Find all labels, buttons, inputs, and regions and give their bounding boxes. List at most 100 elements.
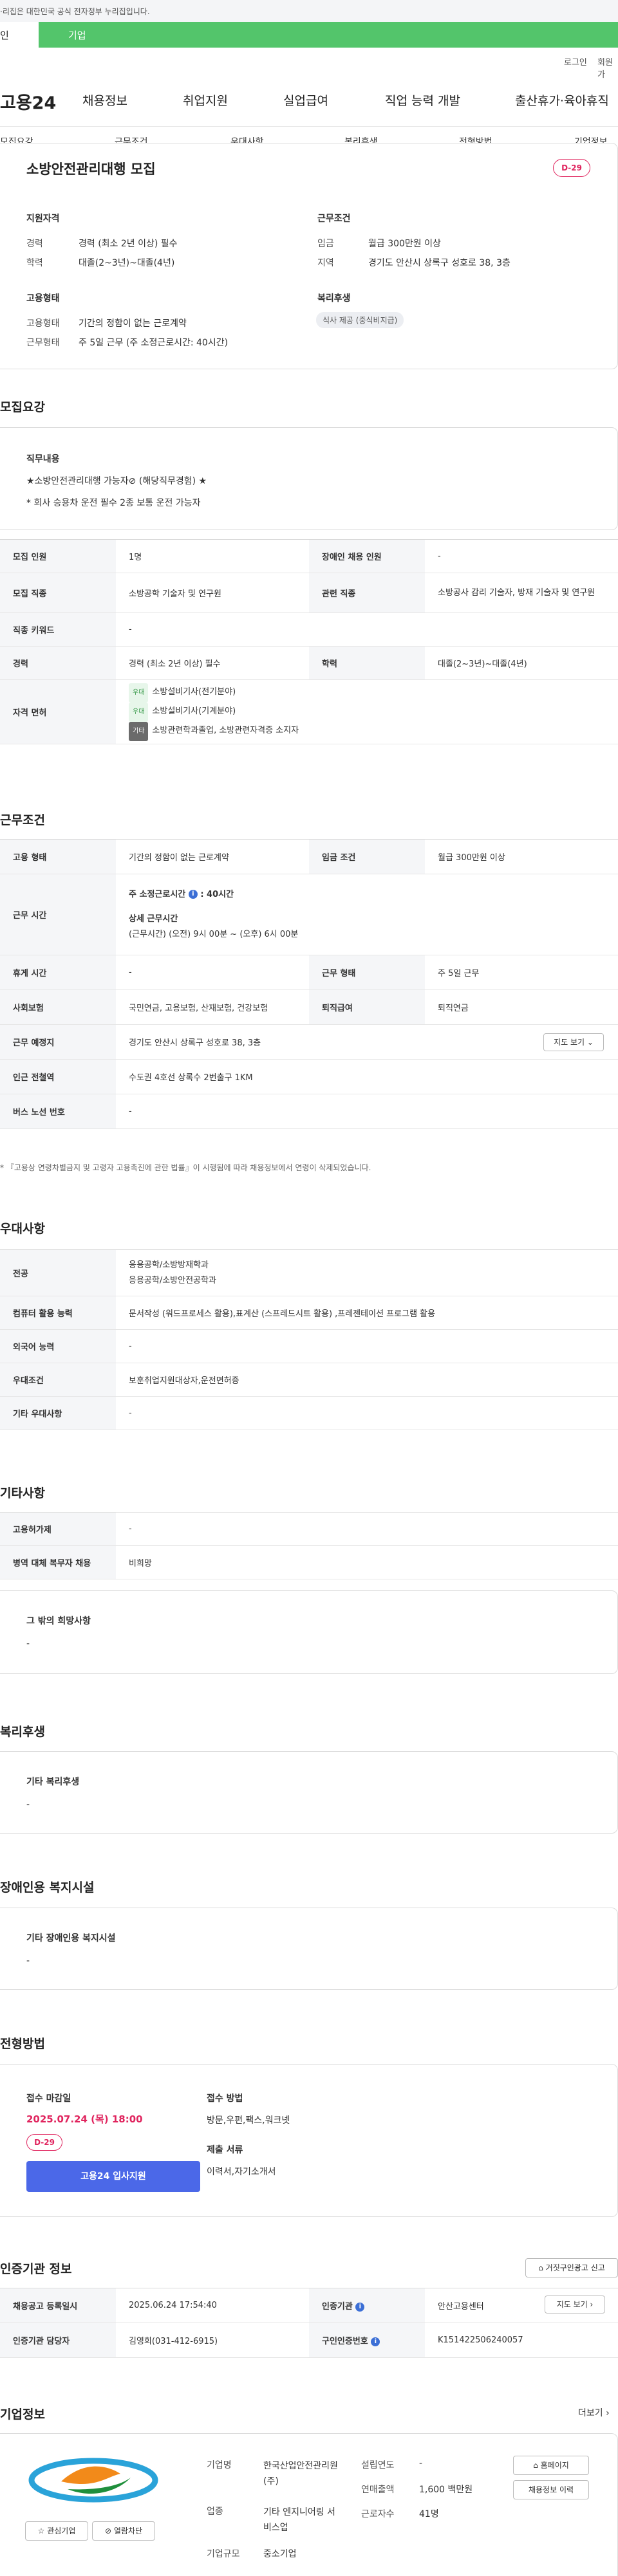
report-button[interactable]: ⌂ 거짓구인광고 신고 bbox=[525, 2258, 618, 2277]
company-founded-label: 설립연도 bbox=[361, 2460, 395, 2470]
method-heading: 접수 방법 bbox=[207, 2093, 243, 2104]
homepage-label: 홈페이지 bbox=[540, 2461, 569, 2470]
map-button-label: 지도 보기 bbox=[554, 1038, 585, 1047]
company-more-link[interactable]: 더보기 › bbox=[578, 2406, 610, 2419]
table-row: 기타 우대사항 - bbox=[0, 1396, 618, 1430]
map-button[interactable]: 지도 보기 ⌄ bbox=[543, 1033, 604, 1051]
retire-value: 퇴직연금 bbox=[425, 989, 618, 1025]
hours-detail-heading: 상세 근무시간 bbox=[129, 914, 178, 924]
hours-cell: 주 소정근로시간 i : 40시간 상세 근무시간 (근무시간) (오전) 9시… bbox=[116, 874, 618, 955]
work-wage-label: 임금 조건 bbox=[309, 839, 425, 874]
table-row: 고용 형태 기간의 정함이 없는 근로계약 임금 조건 월급 300만원 이상 bbox=[0, 839, 618, 874]
reg-date-label: 채용공고 등록일시 bbox=[0, 2288, 116, 2323]
welfare-card-heading: 기타 복리후생 bbox=[26, 1777, 80, 1787]
employment-heading: 고용형태 bbox=[26, 293, 60, 304]
site-logo[interactable]: 고용24 bbox=[0, 89, 56, 114]
block-company-button[interactable]: ⊘ 열람차단 bbox=[92, 2521, 155, 2541]
manager-label: 인증기관 담당자 bbox=[0, 2323, 116, 2358]
license-tag: 우대 bbox=[129, 683, 149, 703]
table-row: 외국어 능력 - bbox=[0, 1329, 618, 1363]
job-history-button[interactable]: 채용정보 이력 bbox=[513, 2480, 589, 2499]
license-name: 소방관련학과졸업, 소방관련자격증 소지자 bbox=[152, 725, 299, 735]
company-size-value: 중소기업 bbox=[263, 2549, 297, 2559]
emp-type-label: 고용형태 bbox=[26, 318, 60, 329]
user-type-tabs: 인 기업 bbox=[0, 22, 618, 48]
table-row: 채용공고 등록일시 2025.06.24 17:54:40 인증기관 i 안산고… bbox=[0, 2288, 618, 2323]
chevron-right-icon: › bbox=[606, 2408, 610, 2418]
info-icon[interactable]: i bbox=[355, 2302, 365, 2312]
job-label: 모집 직종 bbox=[0, 573, 116, 613]
rec-edu-value: 대졸(2~3년)~대졸(4년) bbox=[425, 646, 618, 680]
manager-value: 김영희(031-412-6915) bbox=[116, 2323, 309, 2358]
process-card: 접수 마감일 2025.07.24 (목) 18:00 D-29 고용24 입사… bbox=[0, 2064, 618, 2217]
hours-line-label: 주 소정근로시간 bbox=[129, 889, 186, 899]
wish-value: - bbox=[26, 1639, 30, 1649]
subway-value: 수도권 4호선 상록수 2번출구 1KM bbox=[116, 1059, 618, 1094]
license-name: 소방설비기사(전기분야) bbox=[152, 686, 236, 697]
favorite-company-label: 관심기업 bbox=[47, 2526, 76, 2535]
table-row: 인증기관 담당자 김영희(031-412-6915) 구인인증번호 i K151… bbox=[0, 2323, 618, 2358]
deadline-heading: 접수 마감일 bbox=[26, 2093, 71, 2104]
place-cell: 경기도 안산시 상록구 성호로 38, 3층 지도 보기 ⌄ bbox=[116, 1024, 618, 1060]
apply-button[interactable]: 고용24 입사지원 bbox=[26, 2161, 200, 2192]
chevron-down-icon: ⌄ bbox=[586, 1038, 594, 1047]
welfare-card: 기타 복리후생 - bbox=[0, 1751, 618, 1834]
job-desc-card: 직무내용 ★소방안전관리대행 가능자⊘ (해당직무경험) ★ * 회사 승용차 … bbox=[0, 427, 618, 530]
license-item: 우대 소방설비기사(전기분야) bbox=[129, 683, 618, 703]
form-value: 주 5일 근무 bbox=[425, 955, 618, 990]
table-row: 근무 시간 주 소정근로시간 i : 40시간 상세 근무시간 (근무시간) (… bbox=[0, 874, 618, 955]
table-row: 병역 대체 복무자 채용 비희망 bbox=[0, 1545, 618, 1579]
signup-link[interactable]: 회원가 bbox=[597, 55, 618, 80]
info-icon[interactable]: i bbox=[371, 2337, 380, 2346]
company-industry-label: 업종 bbox=[207, 2507, 223, 2517]
company-founded-value: - bbox=[419, 2458, 423, 2469]
edu-value: 대졸(2~3년)~대졸(4년) bbox=[79, 258, 175, 268]
jobcode-value: - bbox=[116, 612, 618, 647]
wage-value: 월급 300만원 이상 bbox=[368, 239, 441, 249]
company-name-label: 기업명 bbox=[207, 2460, 232, 2470]
headcount-value: 1명 bbox=[116, 539, 309, 573]
emp-value: 기간의 정함이 없는 근로계약 bbox=[116, 839, 309, 874]
major-label: 전공 bbox=[0, 1249, 116, 1296]
tab-individual[interactable]: 인 bbox=[0, 22, 39, 48]
table-row: 직종 키워드 - bbox=[0, 612, 618, 647]
recruit-table: 모집 인원 1명 장애인 채용 인원 - 모집 직종 소방공학 기술자 및 연구… bbox=[0, 539, 618, 744]
tab-business[interactable]: 기업 bbox=[39, 22, 618, 48]
table-row: 휴게 시간 - 근무 형태 주 5일 근무 bbox=[0, 955, 618, 990]
company-card: ☆ 관심기업 ⊘ 열람차단 기업명 한국산업안전관리원(주) 업종 기타 엔지니… bbox=[0, 2433, 618, 2576]
job-desc-line1: ★소방안전관리대행 가능자⊘ (해당직무경험) ★ bbox=[26, 476, 207, 486]
table-row: 자격 면허 우대 소방설비기사(전기분야) 우대 소방설비기사(기계분야) 기타 소방… bbox=[0, 679, 618, 744]
place-value: 경기도 안산시 상록구 성호로 38, 3층 bbox=[129, 1038, 261, 1048]
work-type-value: 주 5일 근무 (주 소정근로시간: 40시간) bbox=[79, 338, 229, 348]
table-row: 모집 인원 1명 장애인 채용 인원 - bbox=[0, 539, 618, 573]
license-tag: 기타 bbox=[129, 721, 149, 741]
bus-label: 버스 노선 번호 bbox=[0, 1094, 116, 1129]
homepage-button[interactable]: ⌂ 홈페이지 bbox=[513, 2456, 589, 2475]
login-link[interactable]: 로그인 bbox=[564, 55, 587, 68]
disabled-card-value: - bbox=[26, 1956, 30, 1966]
summary-card: 소방안전관리대행 모집 D-29 지원자격 경력 경력 (최소 2년 이상) 필… bbox=[0, 143, 618, 369]
docs-value: 이력서,자기소개서 bbox=[207, 2167, 276, 2177]
insurance-label: 사회보험 bbox=[0, 989, 116, 1025]
bus-value: - bbox=[116, 1094, 618, 1129]
cond-value: 보훈취업지원대상자,운전면허증 bbox=[116, 1363, 618, 1397]
hours-label: 근무 시간 bbox=[0, 874, 116, 955]
nav-parental-leave[interactable]: 출산휴가·육아휴직 bbox=[515, 91, 609, 109]
rest-value: - bbox=[116, 955, 309, 990]
star-icon: ☆ bbox=[37, 2526, 45, 2535]
major-cell: 응용공학/소방방재학과 응용공학/소방안전공학과 bbox=[116, 1249, 618, 1296]
other-pref-label: 기타 우대사항 bbox=[0, 1396, 116, 1430]
company-heading: 기업정보 bbox=[0, 2407, 45, 2422]
cert-map-button[interactable]: 지도 보기 › bbox=[545, 2295, 605, 2314]
bizno-label: 구인인증번호 bbox=[322, 2337, 368, 2346]
info-icon[interactable]: i bbox=[188, 890, 198, 899]
nav-vocational-training[interactable]: 직업 능력 개발 bbox=[385, 91, 460, 109]
license-list: 우대 소방설비기사(전기분야) 우대 소방설비기사(기계분야) 기타 소방관련학과졸업… bbox=[116, 679, 618, 744]
nav-jobs[interactable]: 채용정보 bbox=[82, 91, 127, 109]
favorite-company-button[interactable]: ☆ 관심기업 bbox=[25, 2521, 88, 2541]
nav-employment-support[interactable]: 취업지원 bbox=[183, 91, 228, 109]
nav-unemployment-benefit[interactable]: 실업급여 bbox=[283, 91, 328, 109]
reg-date-value: 2025.06.24 17:54:40 bbox=[116, 2288, 309, 2323]
pref-heading: 우대사항 bbox=[0, 1222, 45, 1236]
disabled-label: 장애인 채용 인원 bbox=[309, 539, 425, 573]
